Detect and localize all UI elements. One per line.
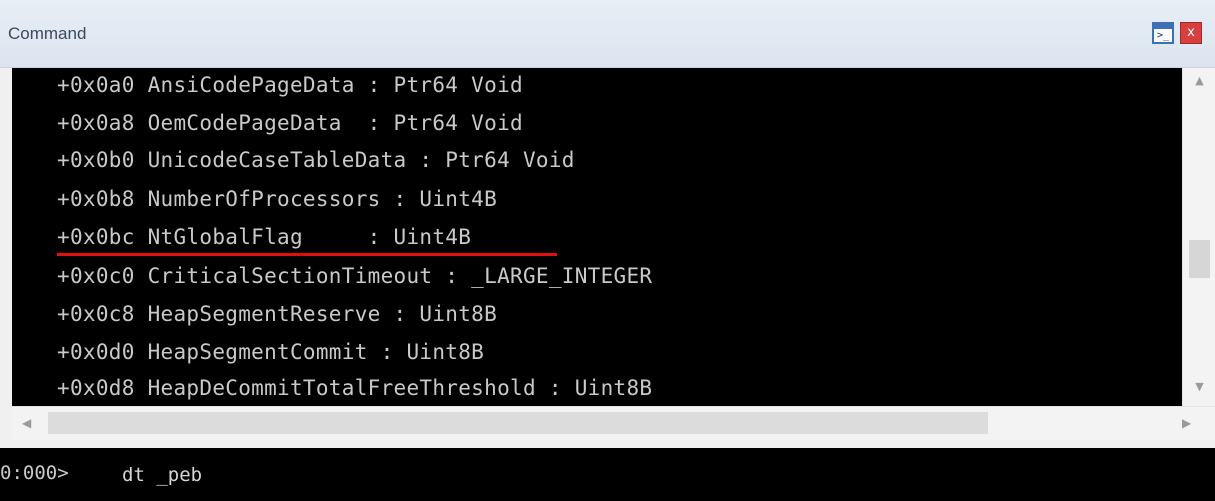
scroll-left-icon[interactable]: ◀ — [22, 416, 31, 430]
output-line: +0x0a8 OemCodePageData : Ptr64 Void — [57, 111, 523, 135]
scroll-down-icon[interactable]: ▼ — [1183, 380, 1215, 393]
command-input[interactable] — [114, 458, 1215, 492]
red-underline-annotation — [57, 253, 557, 256]
command-input-row: 0:000> — [0, 448, 1215, 501]
output-line: +0x0b8 NumberOfProcessors : Uint4B — [57, 187, 498, 211]
output-line-highlighted: +0x0bc NtGlobalFlag : Uint4B — [57, 225, 472, 249]
console-icon-glyph: >_ — [1157, 30, 1170, 41]
horizontal-scroll-thumb[interactable] — [48, 412, 988, 434]
output-line: +0x0d8 HeapDeCommitTotalFreeThreshold : … — [57, 376, 653, 400]
close-icon[interactable]: x — [1180, 22, 1202, 44]
vertical-scroll-thumb[interactable] — [1189, 240, 1210, 278]
output-line: +0x0a0 AnsiCodePageData : Ptr64 Void — [57, 73, 523, 97]
scroll-right-icon[interactable]: ▶ — [1182, 416, 1191, 430]
title-bar: Command >_ x — [0, 0, 1215, 68]
command-prompt: 0:000> — [0, 462, 69, 484]
horizontal-scrollbar[interactable]: ◀ ▶ — [12, 406, 1215, 440]
output-line: +0x0c8 HeapSegmentReserve : Uint8B — [57, 302, 498, 326]
console-icon-bar — [1154, 24, 1172, 29]
scroll-up-icon[interactable]: ▲ — [1183, 74, 1215, 87]
window-title: Command — [8, 24, 87, 43]
output-line: +0x0c0 CriticalSectionTimeout : _LARGE_I… — [57, 264, 653, 288]
output-line: +0x0d0 HeapSegmentCommit : Uint8B — [57, 340, 485, 364]
output-line: +0x0b0 UnicodeCaseTableData : Ptr64 Void — [57, 148, 575, 172]
vertical-scrollbar[interactable]: ▲ ▼ — [1182, 68, 1215, 406]
command-output[interactable]: +0x0a0 AnsiCodePageData : Ptr64 Void +0x… — [12, 68, 1182, 406]
console-icon[interactable]: >_ — [1152, 22, 1174, 44]
